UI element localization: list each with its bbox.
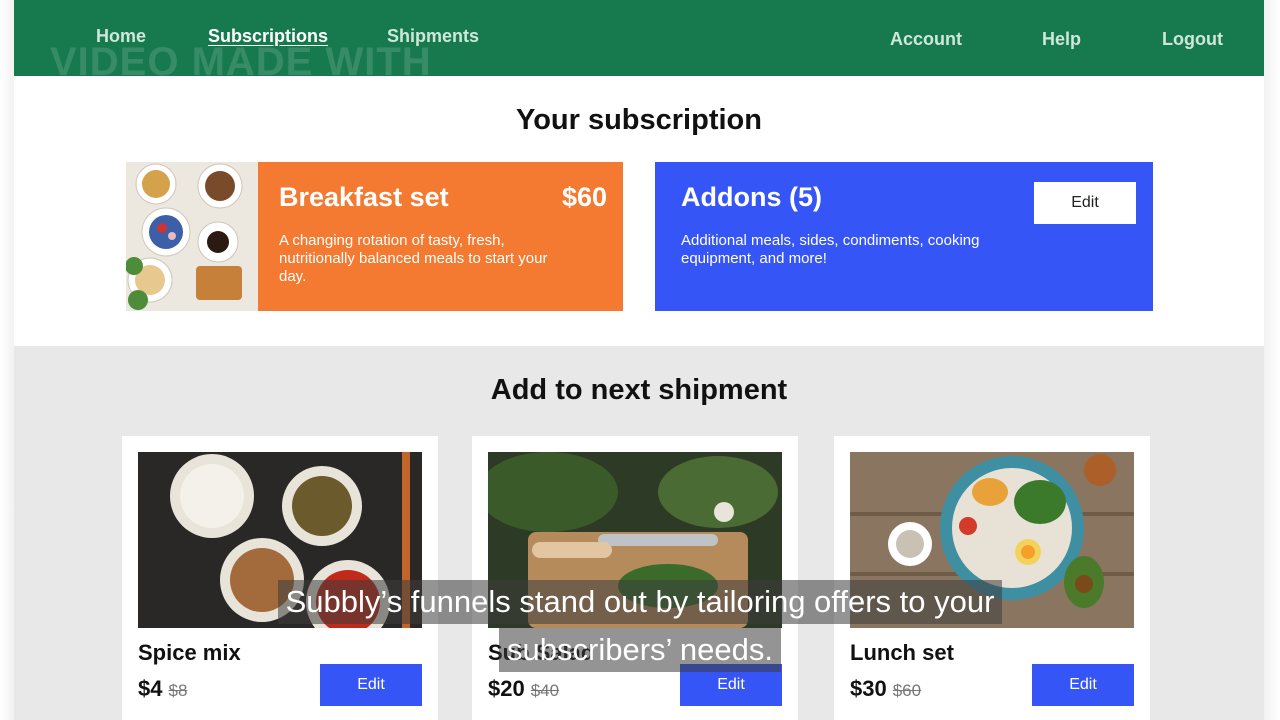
next-shipment-section: Add to next shipment Spice mix $4 $8 Edit: [14, 346, 1264, 720]
old-price: $60: [892, 681, 922, 700]
product-price: $4 $8: [138, 676, 187, 702]
product-price: $30 $60: [850, 676, 921, 702]
lunch-set-edit-button[interactable]: Edit: [1032, 664, 1134, 706]
old-price: $8: [168, 681, 188, 700]
product-price: $20 $40: [488, 676, 559, 702]
current-price: $20: [488, 676, 525, 701]
nav-link-account[interactable]: Account: [890, 29, 962, 50]
addons-description: Additional meals, sides, condiments, coo…: [681, 232, 980, 267]
nav-link-help[interactable]: Help: [1042, 29, 1081, 50]
frame-edge-right: [1264, 0, 1280, 720]
breakfast-photo: [126, 162, 258, 311]
breakfast-card[interactable]: Breakfast set $60 A changing rotation of…: [126, 162, 623, 311]
frame-edge-left: [0, 0, 14, 720]
subscription-title: Your subscription: [516, 104, 762, 136]
spice-mix-edit-button[interactable]: Edit: [320, 664, 422, 706]
nav-link-subscriptions[interactable]: Subscriptions: [208, 26, 328, 47]
product-card-sub-salad[interactable]: Sub Salad $20 $40 Edit: [472, 436, 798, 720]
addons-card: Addons (5) Additional meals, sides, cond…: [655, 162, 1153, 311]
sub-salad-photo: [488, 452, 782, 628]
sub-salad-edit-button[interactable]: Edit: [680, 664, 782, 706]
spice-mix-photo: [138, 452, 422, 628]
shipment-title: Add to next shipment: [490, 374, 788, 406]
nav-link-shipments[interactable]: Shipments: [387, 26, 479, 47]
subscription-section: Your subscription Breakfast set $60 A ch…: [14, 76, 1264, 346]
product-name: Spice mix: [138, 640, 241, 665]
current-price: $30: [850, 676, 887, 701]
product-card-lunch-set[interactable]: Lunch set $30 $60 Edit: [834, 436, 1150, 720]
addons-edit-button[interactable]: Edit: [1034, 182, 1136, 224]
product-card-spice-mix[interactable]: Spice mix $4 $8 Edit: [122, 436, 438, 720]
addons-name: Addons (5): [681, 182, 822, 212]
old-price: $40: [530, 681, 560, 700]
nav-link-home[interactable]: Home: [96, 26, 146, 47]
breakfast-description: A changing rotation of tasty, fresh, nut…: [279, 232, 548, 285]
lunch-set-photo: [850, 452, 1134, 628]
product-name: Sub Salad: [488, 640, 595, 665]
current-price: $4: [138, 676, 163, 701]
breakfast-price: $60: [561, 182, 607, 212]
top-nav: Home Subscriptions Shipments Account Hel…: [14, 0, 1264, 76]
breakfast-name: Breakfast set: [279, 182, 449, 212]
product-name: Lunch set: [850, 640, 954, 665]
nav-link-logout[interactable]: Logout: [1162, 29, 1223, 50]
